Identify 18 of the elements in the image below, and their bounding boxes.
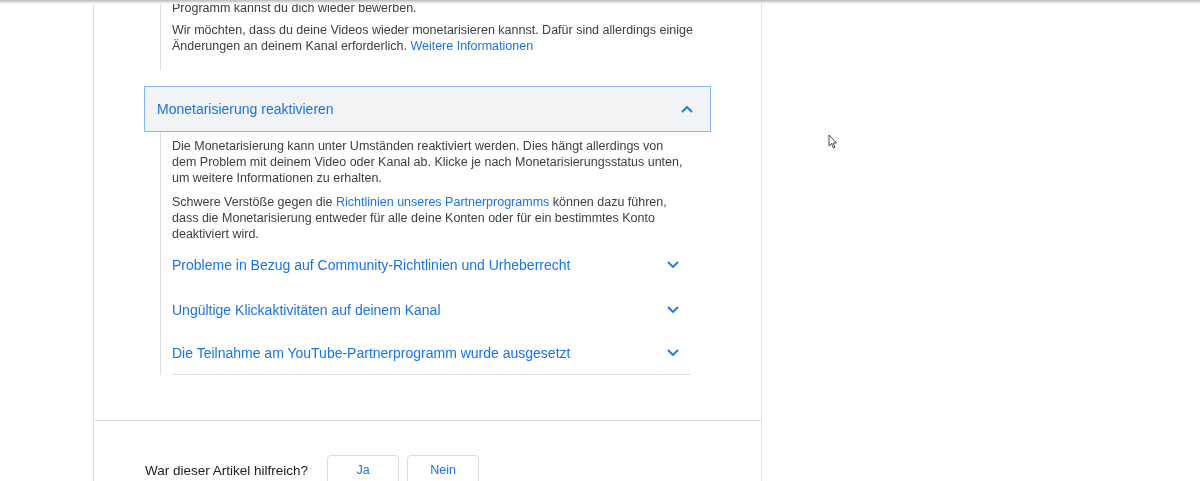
- accordion-item[interactable]: Ungültige Klickaktivitäten auf deinem Kanal: [172, 287, 691, 332]
- paragraph: Programm kannst du dich wieder bewerben.: [172, 0, 418, 16]
- accordion-item[interactable]: Probleme in Bezug auf Community-Richtlinien und Urheberrecht: [172, 242, 691, 287]
- paragraph: Die Monetarisierung kann unter Umständen reaktiviert werden. Dies hängt allerdings von dem Problem mit deinem Video oder Kanal ab. Klicke je nach Monetarisierungsstatus unten, um weitere Informationen zu erhalten.: [172, 138, 684, 186]
- accordion-item-title: Die Teilnahme am YouTube-Partnerprogramm wurde ausgesetzt: [172, 345, 571, 361]
- accordion-header[interactable]: Monetarisierung reaktivieren: [144, 86, 711, 132]
- accordion-title: Monetarisierung reaktivieren: [157, 101, 334, 117]
- paragraph: Schwere Verstöße gegen die Richtlinien unseres Partnerprogramms können dazu führen, dass die Monetarisierung entweder für alle deine Konten oder für ein bestimmtes Konto deaktiviert wird.: [172, 194, 668, 242]
- feedback-question: War dieser Artikel hilfreich?: [145, 462, 309, 478]
- link[interactable]: Weitere Informationen: [410, 39, 534, 53]
- accordion-item-title: Ungültige Klickaktivitäten auf deinem Kanal: [172, 301, 441, 318]
- link[interactable]: Richtlinien unseres Partnerprogramms: [336, 195, 550, 209]
- feedback-button[interactable]: Nein: [407, 455, 480, 481]
- mouse-cursor-icon: [828, 134, 838, 149]
- accordion-item-title: Probleme in Bezug auf Community-Richtlinien und Urheberrecht: [172, 256, 571, 273]
- accordion-item[interactable]: Die Teilnahme am YouTube-Partnerprogramm wurde ausgesetzt: [172, 332, 691, 374]
- feedback-button[interactable]: Ja: [327, 455, 400, 481]
- paragraph: Wir möchten, dass du deine Videos wieder monetarisieren kannst. Dafür sind allerdings einige Änderungen an deinem Kanal erforderlich. Weitere Informationen: [172, 22, 694, 54]
